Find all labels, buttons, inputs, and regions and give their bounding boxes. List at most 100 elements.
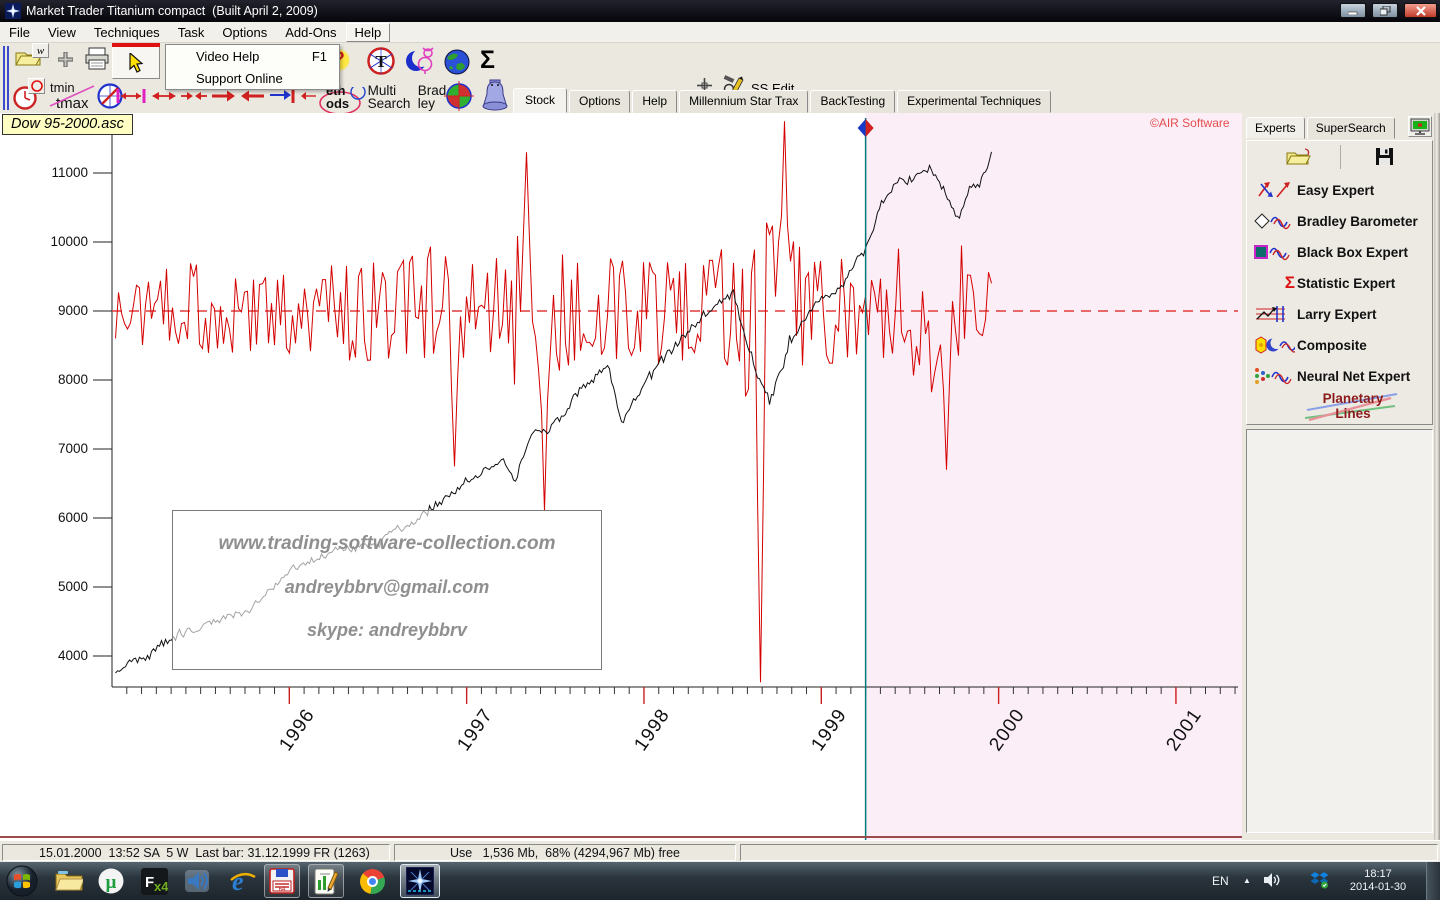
load-expert-button[interactable] <box>1285 147 1311 167</box>
windows-start-icon <box>6 865 38 897</box>
show-desktop-button[interactable] <box>1426 862 1440 900</box>
expert-statistic[interactable]: Σ Statistic Expert <box>1253 270 1429 296</box>
tab-stock[interactable]: Stock <box>513 88 567 113</box>
pointer-tool-button[interactable] <box>112 46 160 79</box>
app-icon <box>5 3 21 19</box>
menu-file[interactable]: File <box>0 23 39 42</box>
bradley-barometer-icon <box>1253 211 1295 231</box>
menu-item-video-help[interactable]: Video Help F1 <box>166 45 339 67</box>
monitor-button[interactable] <box>1408 116 1432 137</box>
taskbar-market-trader-active[interactable] <box>400 864 440 898</box>
taskbar-volume-app[interactable] <box>181 864 215 898</box>
taskbar-utorrent[interactable]: µ <box>94 864 128 898</box>
minimize-button[interactable] <box>1340 3 1366 18</box>
clock-badge-button[interactable] <box>28 78 45 94</box>
easy-expert-icon <box>1255 180 1295 200</box>
tray-dropbox-icon[interactable] <box>1310 872 1329 894</box>
svg-text:x4: x4 <box>154 879 168 894</box>
taskbar-notes-app[interactable] <box>308 864 344 898</box>
black-box-icon <box>1253 242 1295 262</box>
chrome-icon <box>360 869 385 894</box>
watermark-skype: skype: andreybbrv <box>173 620 601 641</box>
taskbar-explorer[interactable] <box>52 864 86 898</box>
taskbar-chrome[interactable] <box>355 864 389 898</box>
expand-tool-button[interactable] <box>150 88 178 104</box>
diagonal-line-icon <box>48 80 96 112</box>
tray-expand-icon[interactable]: ▲ <box>1243 876 1251 885</box>
expert-bradley-barometer[interactable]: Bradley Barometer <box>1253 208 1429 234</box>
results-listbox[interactable] <box>1246 429 1433 833</box>
small-left-arrow-icon <box>300 89 318 103</box>
menu-view[interactable]: View <box>39 23 85 42</box>
step-back-button[interactable] <box>300 89 318 103</box>
menu-task[interactable]: Task <box>169 23 214 42</box>
toolbar-grip[interactable] <box>3 46 9 110</box>
astro-tool-button[interactable] <box>404 47 436 75</box>
globe-icon <box>444 49 470 75</box>
notes-pencil-icon <box>314 868 338 895</box>
tab-experts[interactable]: Experts <box>1246 117 1305 139</box>
shift-left-button[interactable] <box>240 88 266 104</box>
price-chart[interactable] <box>0 113 1242 840</box>
tab-help[interactable]: Help <box>632 90 677 113</box>
menu-item-support-online[interactable]: Support Online <box>166 67 339 89</box>
expert-larry[interactable]: Larry Expert <box>1253 301 1429 327</box>
menu-help[interactable]: Help <box>346 23 391 42</box>
save-expert-button[interactable] <box>1375 147 1394 166</box>
tray-volume-icon[interactable] <box>1263 872 1281 893</box>
composite-icon <box>1253 335 1295 355</box>
compress-tool-button[interactable] <box>180 88 208 104</box>
restore-button[interactable] <box>1372 3 1398 18</box>
tab-supersearch[interactable]: SuperSearch <box>1307 117 1395 139</box>
menu-options[interactable]: Options <box>213 23 276 42</box>
multi-search-button[interactable]: Multi Search <box>366 81 412 113</box>
taskbar-internet-explorer[interactable]: e <box>226 864 260 898</box>
target-icon <box>444 81 474 111</box>
shortcut-f1: F1 <box>312 49 327 64</box>
tab-backtesting[interactable]: BackTesting <box>810 90 895 113</box>
taskbar-fx-app[interactable]: Fx4 <box>137 864 171 898</box>
tab-millennium-star-trax[interactable]: Millennium Star Trax <box>679 90 808 113</box>
air-software-copyright: ©AIR Software <box>1150 116 1230 130</box>
chart-file-label[interactable]: Dow 95-2000.asc <box>2 114 133 135</box>
text-tool-button[interactable]: T <box>366 46 396 76</box>
text-circle-icon: T <box>366 46 396 76</box>
tab-options[interactable]: Options <box>569 90 630 113</box>
expert-black-box[interactable]: Black Box Expert <box>1253 239 1429 265</box>
planetary-lines-label: Planetary Lines <box>1305 391 1401 421</box>
range-tool-button[interactable] <box>116 88 146 104</box>
active-tool-marker <box>112 43 160 47</box>
expert-neural-net[interactable]: Neural Net Expert <box>1253 363 1429 389</box>
expert-composite[interactable]: Composite <box>1253 332 1429 358</box>
y-tick-6000: 6000 <box>8 510 88 525</box>
range-arrow-icon <box>116 88 146 104</box>
target-tool-button[interactable] <box>444 81 474 111</box>
menu-addons[interactable]: Add-Ons <box>276 23 345 42</box>
watermark-box: www.trading-software-collection.com andr… <box>172 510 602 670</box>
language-indicator[interactable]: EN <box>1212 874 1229 888</box>
tray-clock[interactable]: 18:17 2014-01-30 <box>1348 868 1408 894</box>
print-button[interactable] <box>84 47 110 71</box>
chart-tabs: Stock Options Help Millennium Star Trax … <box>513 89 1053 113</box>
start-button[interactable] <box>6 864 38 898</box>
close-button[interactable] <box>1404 3 1437 18</box>
w-badge-button[interactable]: w <box>32 43 49 58</box>
chart-pane[interactable]: 11000 10000 9000 8000 7000 6000 5000 400… <box>0 113 1242 840</box>
y-tick-9000: 9000 <box>8 303 88 318</box>
panel-tabs: Experts SuperSearch <box>1246 117 1397 139</box>
expert-planetary-lines[interactable]: Planetary Lines <box>1305 390 1401 422</box>
svg-text:T: T <box>375 52 387 71</box>
taskbar: µ Fx4 e 64 EN ▲ 18:17 <box>0 862 1440 900</box>
world-markets-button[interactable] <box>444 49 470 75</box>
monitor-icon <box>1410 118 1430 135</box>
svg-text:64: 64 <box>279 887 286 893</box>
expert-easy[interactable]: Easy Expert <box>1253 177 1429 203</box>
taskbar-saver-app[interactable]: 64 <box>264 864 300 898</box>
menu-techniques[interactable]: Techniques <box>85 23 169 42</box>
shift-right-button[interactable] <box>210 88 236 104</box>
tab-experimental-techniques[interactable]: Experimental Techniques <box>897 90 1051 113</box>
add-button[interactable] <box>58 52 73 67</box>
tmin-tmax-button[interactable]: tmin tmax <box>48 80 92 112</box>
statistics-button[interactable]: Σ <box>480 46 495 75</box>
alert-tool-button[interactable] <box>478 79 512 111</box>
